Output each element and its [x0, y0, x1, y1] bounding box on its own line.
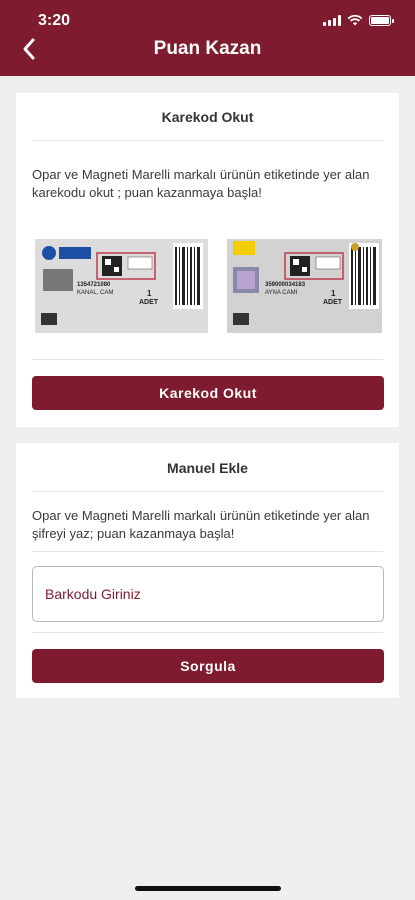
- barcode-input[interactable]: [32, 566, 384, 622]
- label-name: AYNA CAMI: [265, 290, 298, 296]
- manual-card-title: Manuel Ekle: [167, 460, 248, 476]
- label-unit: ADET: [323, 299, 343, 306]
- label-name: KANAL, CAM: [77, 290, 114, 296]
- divider: [32, 491, 383, 492]
- label-code: 1354721080: [77, 282, 111, 288]
- divider: [32, 359, 383, 360]
- qr-card-description: Opar ve Magneti Marelli markalı ürünün e…: [32, 167, 370, 200]
- app-header: 3:20 Puan Kazan: [0, 0, 415, 76]
- label-code: 359000034183: [265, 282, 306, 288]
- scan-qr-button[interactable]: Karekod Okut: [32, 376, 384, 410]
- query-button[interactable]: Sorgula: [32, 649, 384, 683]
- page-title: Puan Kazan: [153, 38, 262, 59]
- status-time: 3:20: [38, 12, 71, 29]
- divider: [32, 551, 383, 552]
- magneti-marelli-label-image: 359000034183 AYNA CAMI 1 ADET: [227, 239, 382, 333]
- divider: [32, 140, 383, 141]
- qr-scan-card: Karekod Okut Opar ve Magneti Marelli mar…: [16, 93, 399, 427]
- divider: [32, 632, 383, 633]
- manual-card-description: Opar ve Magneti Marelli markalı ürünün e…: [32, 508, 370, 541]
- qr-card-title: Karekod Okut: [161, 109, 254, 125]
- label-unit: ADET: [139, 299, 159, 306]
- home-indicator: [135, 886, 281, 891]
- label-qty: 1: [331, 289, 336, 298]
- opar-label-image: 1354721080 KANAL, CAM 1 ADET: [35, 239, 208, 333]
- wifi-icon: [347, 14, 363, 26]
- label-qty: 1: [147, 289, 152, 298]
- battery-icon: [369, 14, 394, 26]
- status-icons: [323, 14, 394, 26]
- manual-entry-card: Manuel Ekle Opar ve Magneti Marelli mark…: [16, 443, 399, 698]
- signal-icon: [323, 14, 341, 26]
